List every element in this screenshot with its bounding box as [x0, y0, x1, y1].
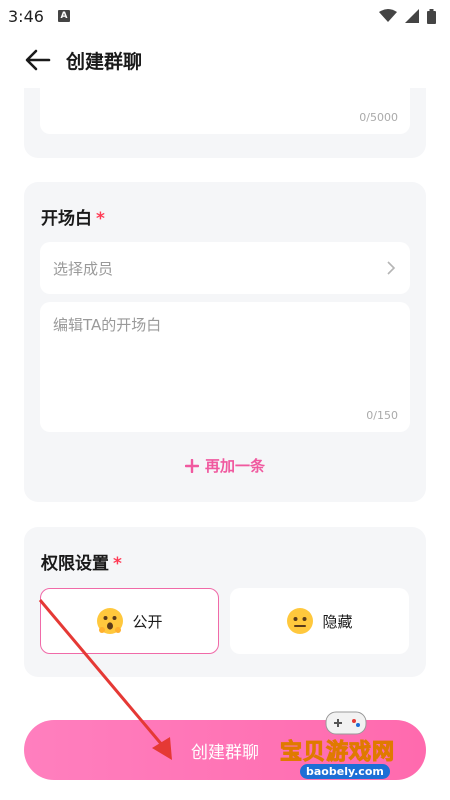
permission-public-option[interactable]: 公开	[40, 588, 219, 654]
required-mark: *	[113, 554, 122, 574]
signal-icon	[405, 9, 419, 23]
create-group-label: 创建群聊	[191, 742, 259, 763]
chevron-right-icon	[387, 261, 396, 275]
required-mark: *	[96, 209, 105, 229]
opener-card: 开场白 * 选择成员 编辑TA的开场白 0/150 再加一条	[24, 182, 426, 502]
battery-icon	[427, 8, 436, 24]
neutral-face-emoji-icon	[287, 608, 314, 634]
member-select-placeholder: 选择成员	[53, 259, 114, 278]
status-time: 3:46	[8, 6, 44, 26]
back-arrow-icon	[25, 49, 51, 71]
plus-icon	[184, 458, 199, 473]
description-textarea[interactable]: 0/5000	[40, 88, 410, 134]
opener-placeholder: 编辑TA的开场白	[53, 316, 162, 334]
opener-textarea[interactable]: 编辑TA的开场白 0/150	[40, 302, 410, 432]
description-counter: 0/5000	[359, 111, 398, 124]
permission-hidden-option[interactable]: 隐藏	[230, 588, 409, 654]
status-icons	[379, 8, 436, 24]
permission-card: 权限设置 * 公开 隐藏	[24, 527, 426, 677]
permission-public-label: 公开	[132, 612, 163, 631]
description-card: 0/5000	[24, 88, 426, 158]
back-button[interactable]	[20, 42, 56, 78]
add-more-label: 再加一条	[204, 457, 265, 475]
opener-title: 开场白 *	[41, 204, 105, 229]
status-bar: 3:46 A	[0, 0, 450, 32]
opener-counter: 0/150	[366, 409, 398, 422]
permission-hidden-label: 隐藏	[322, 612, 353, 631]
app-bar: 创建群聊	[0, 36, 450, 84]
wifi-icon	[379, 9, 397, 22]
permission-title: 权限设置 *	[41, 549, 122, 574]
surprised-face-emoji-icon	[97, 608, 124, 634]
opener-title-text: 开场白	[41, 209, 92, 229]
create-group-button[interactable]: 创建群聊	[24, 720, 426, 780]
notification-badge: A	[57, 10, 70, 22]
permission-title-text: 权限设置	[41, 554, 109, 574]
member-select[interactable]: 选择成员	[40, 242, 410, 294]
page-title: 创建群聊	[66, 50, 143, 73]
add-more-button[interactable]: 再加一条	[24, 455, 426, 476]
